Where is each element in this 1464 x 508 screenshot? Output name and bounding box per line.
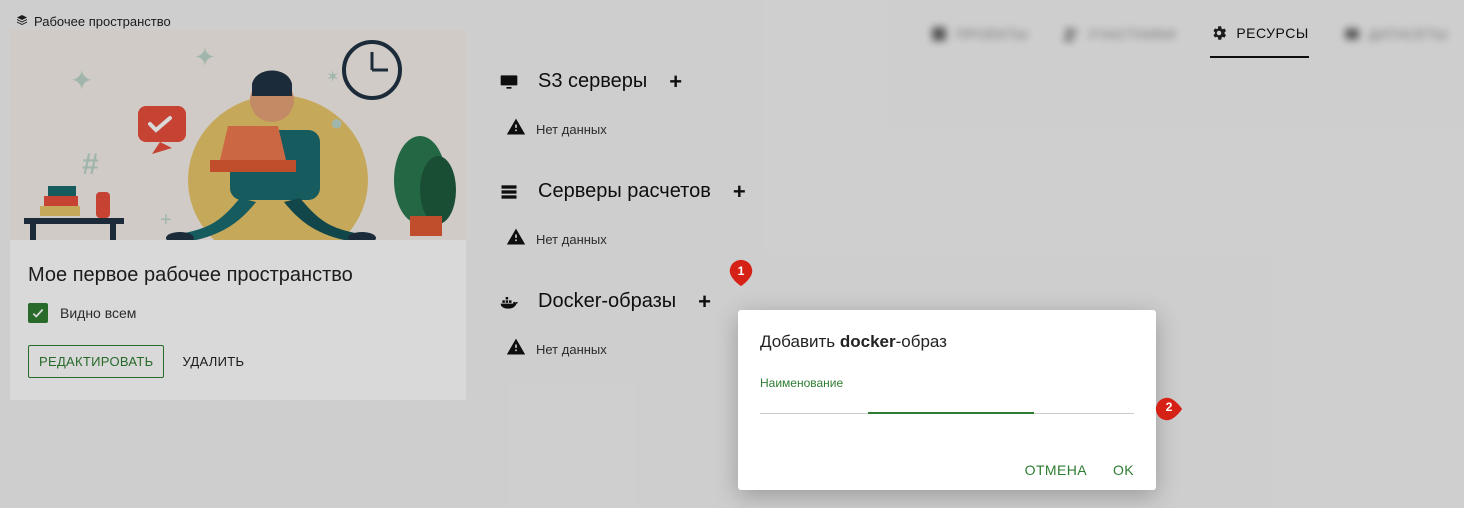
- svg-text:✦: ✦: [70, 65, 93, 96]
- section-s3: S3 серверы + Нет данных: [498, 70, 1444, 162]
- tab-participants[interactable]: УЧАСТНИКИ: [1062, 25, 1176, 57]
- section-compute: Серверы расчетов + Нет данных: [498, 180, 1444, 272]
- visibility-label: Видно всем: [60, 305, 136, 321]
- section-docker-empty: Нет данных: [536, 342, 607, 357]
- visibility-checkbox[interactable]: [28, 303, 48, 323]
- docker-icon: [498, 291, 520, 313]
- annotation-pin-1: 1: [726, 258, 756, 288]
- workspace-illustration: ✦ ✦ # ● + ✶: [10, 30, 466, 240]
- warning-icon: [506, 117, 526, 142]
- delete-button[interactable]: УДАЛИТЬ: [182, 354, 244, 369]
- workspace-title: Мое первое рабочее пространство: [10, 240, 466, 303]
- tab-datasets[interactable]: ДАТАСЕТЫ: [1343, 25, 1448, 57]
- add-docker-button[interactable]: +: [698, 291, 711, 313]
- dialog-title: Добавить docker-образ: [760, 332, 1134, 352]
- add-s3-button[interactable]: +: [669, 71, 682, 93]
- breadcrumb-label: Рабочее пространство: [34, 14, 171, 29]
- add-docker-dialog: Добавить docker-образ Наименование ОТМЕН…: [738, 310, 1156, 490]
- monitor-icon: [498, 71, 520, 93]
- tab-participants-label: УЧАСТНИКИ: [1088, 26, 1176, 42]
- tab-datasets-label: ДАТАСЕТЫ: [1369, 26, 1448, 42]
- visibility-row: Видно всем: [10, 303, 466, 323]
- svg-text:+: +: [160, 209, 172, 231]
- stack-icon: [16, 14, 28, 29]
- breadcrumb: Рабочее пространство: [16, 14, 171, 29]
- annotation-pin-2: 2: [1154, 394, 1184, 424]
- tab-projects[interactable]: ПРОЕКТЫ: [930, 25, 1028, 57]
- name-field-label: Наименование: [760, 376, 843, 390]
- ok-button[interactable]: OK: [1113, 462, 1134, 478]
- section-compute-title: Серверы расчетов: [538, 180, 711, 203]
- cancel-button[interactable]: ОТМЕНА: [1025, 462, 1087, 478]
- svg-text:#: #: [82, 148, 99, 181]
- section-s3-title: S3 серверы: [538, 70, 647, 93]
- svg-text:2: 2: [1166, 400, 1173, 414]
- svg-text:✦: ✦: [194, 42, 216, 72]
- tab-resources-label: РЕСУРСЫ: [1236, 25, 1308, 41]
- warning-icon: [506, 227, 526, 252]
- svg-text:✶: ✶: [326, 69, 339, 86]
- add-compute-button[interactable]: +: [733, 181, 746, 203]
- svg-text:●: ●: [330, 110, 343, 135]
- tab-bar: ПРОЕКТЫ УЧАСТНИКИ РЕСУРСЫ ДАТАСЕТЫ: [930, 24, 1448, 58]
- workspace-card: ✦ ✦ # ● + ✶ Мое первое рабочее пространс…: [10, 30, 466, 400]
- section-docker-title: Docker-образы: [538, 290, 676, 313]
- tab-projects-label: ПРОЕКТЫ: [956, 26, 1028, 42]
- tab-resources[interactable]: РЕСУРСЫ: [1210, 24, 1308, 58]
- section-compute-empty: Нет данных: [536, 232, 607, 247]
- svg-text:1: 1: [738, 264, 745, 278]
- section-s3-empty: Нет данных: [536, 122, 607, 137]
- warning-icon: [506, 337, 526, 362]
- edit-button[interactable]: РЕДАКТИРОВАТЬ: [28, 345, 164, 378]
- server-icon: [498, 181, 520, 203]
